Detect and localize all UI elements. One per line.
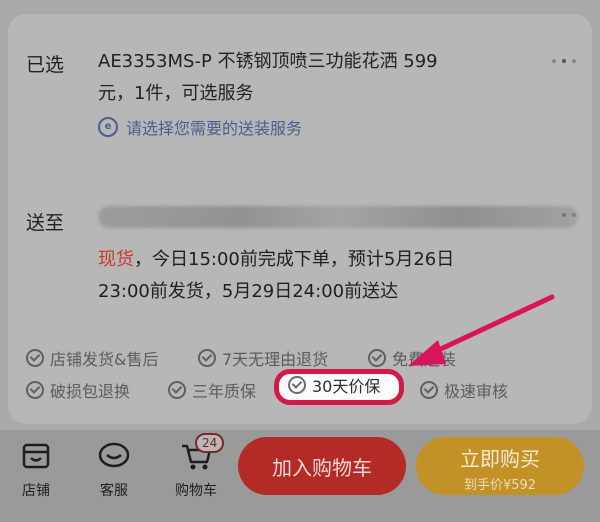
product-detail-sheet: 已选 AE3353MS-P 不锈钢顶喷三功能花洒 599 元，1件，可选服务 e… bbox=[0, 0, 600, 430]
stock-line-1: ，今日15:00前完成下单，预计5月26日 bbox=[134, 249, 455, 270]
selected-product[interactable]: AE3353MS-P 不锈钢顶喷三功能花洒 599 元，1件，可选服务 bbox=[98, 46, 518, 110]
service-tag: 7天无理由退货 bbox=[198, 346, 328, 370]
delivery-estimate: 现货，今日15:00前完成下单，预计5月26日 23:00前发货，5月29日24… bbox=[98, 244, 538, 308]
cart-count-badge: 24 bbox=[195, 433, 225, 453]
blurred-address[interactable] bbox=[98, 206, 578, 228]
install-service-link[interactable]: e 请选择您需要的送装服务 bbox=[98, 114, 302, 140]
check-circle-icon bbox=[420, 381, 438, 399]
check-circle-icon bbox=[26, 381, 44, 399]
check-circle-icon bbox=[288, 376, 306, 394]
check-circle-icon bbox=[368, 349, 386, 367]
stock-line-2: 23:00前发货，5月29日24:00前送达 bbox=[98, 281, 399, 302]
more-options-icon[interactable] bbox=[550, 56, 578, 66]
service-tag: 店铺发货&售后 bbox=[26, 346, 158, 370]
chat-icon bbox=[84, 440, 144, 474]
address-more-icon[interactable] bbox=[550, 210, 578, 220]
service-tag: 破损包退换 bbox=[26, 378, 130, 402]
install-service-text: 请选择您需要的送装服务 bbox=[126, 119, 303, 138]
check-circle-icon bbox=[168, 381, 186, 399]
add-to-cart-button[interactable]: 加入购物车 bbox=[238, 437, 406, 495]
cart-label: 购物车 bbox=[175, 483, 217, 499]
stock-status: 现货 bbox=[98, 249, 134, 270]
store-icon bbox=[6, 440, 66, 474]
service-tag: 三年质保 bbox=[168, 378, 256, 402]
selected-label: 已选 bbox=[26, 54, 65, 76]
check-circle-icon bbox=[198, 349, 216, 367]
buy-now-label: 立即购买 bbox=[460, 447, 540, 471]
product-line-1: AE3353MS-P 不锈钢顶喷三功能花洒 599 bbox=[98, 51, 438, 72]
check-circle-icon bbox=[26, 349, 44, 367]
store-nav[interactable]: 店铺 bbox=[6, 440, 66, 500]
price-protection-tag: 30天价保 bbox=[288, 373, 380, 397]
product-line-2: 元，1件，可选服务 bbox=[98, 83, 254, 104]
buy-now-price: 到手价¥592 bbox=[463, 478, 537, 493]
service-icon: e bbox=[98, 117, 118, 137]
customer-service-nav[interactable]: 客服 bbox=[84, 440, 144, 500]
service-tag: 极速审核 bbox=[420, 378, 508, 402]
buy-now-button[interactable]: 立即购买 到手价¥592 bbox=[416, 437, 584, 495]
delivery-label: 送至 bbox=[26, 212, 65, 234]
store-label: 店铺 bbox=[22, 483, 50, 499]
service-tag: 免费送装 bbox=[368, 346, 456, 370]
customer-service-label: 客服 bbox=[100, 483, 128, 499]
